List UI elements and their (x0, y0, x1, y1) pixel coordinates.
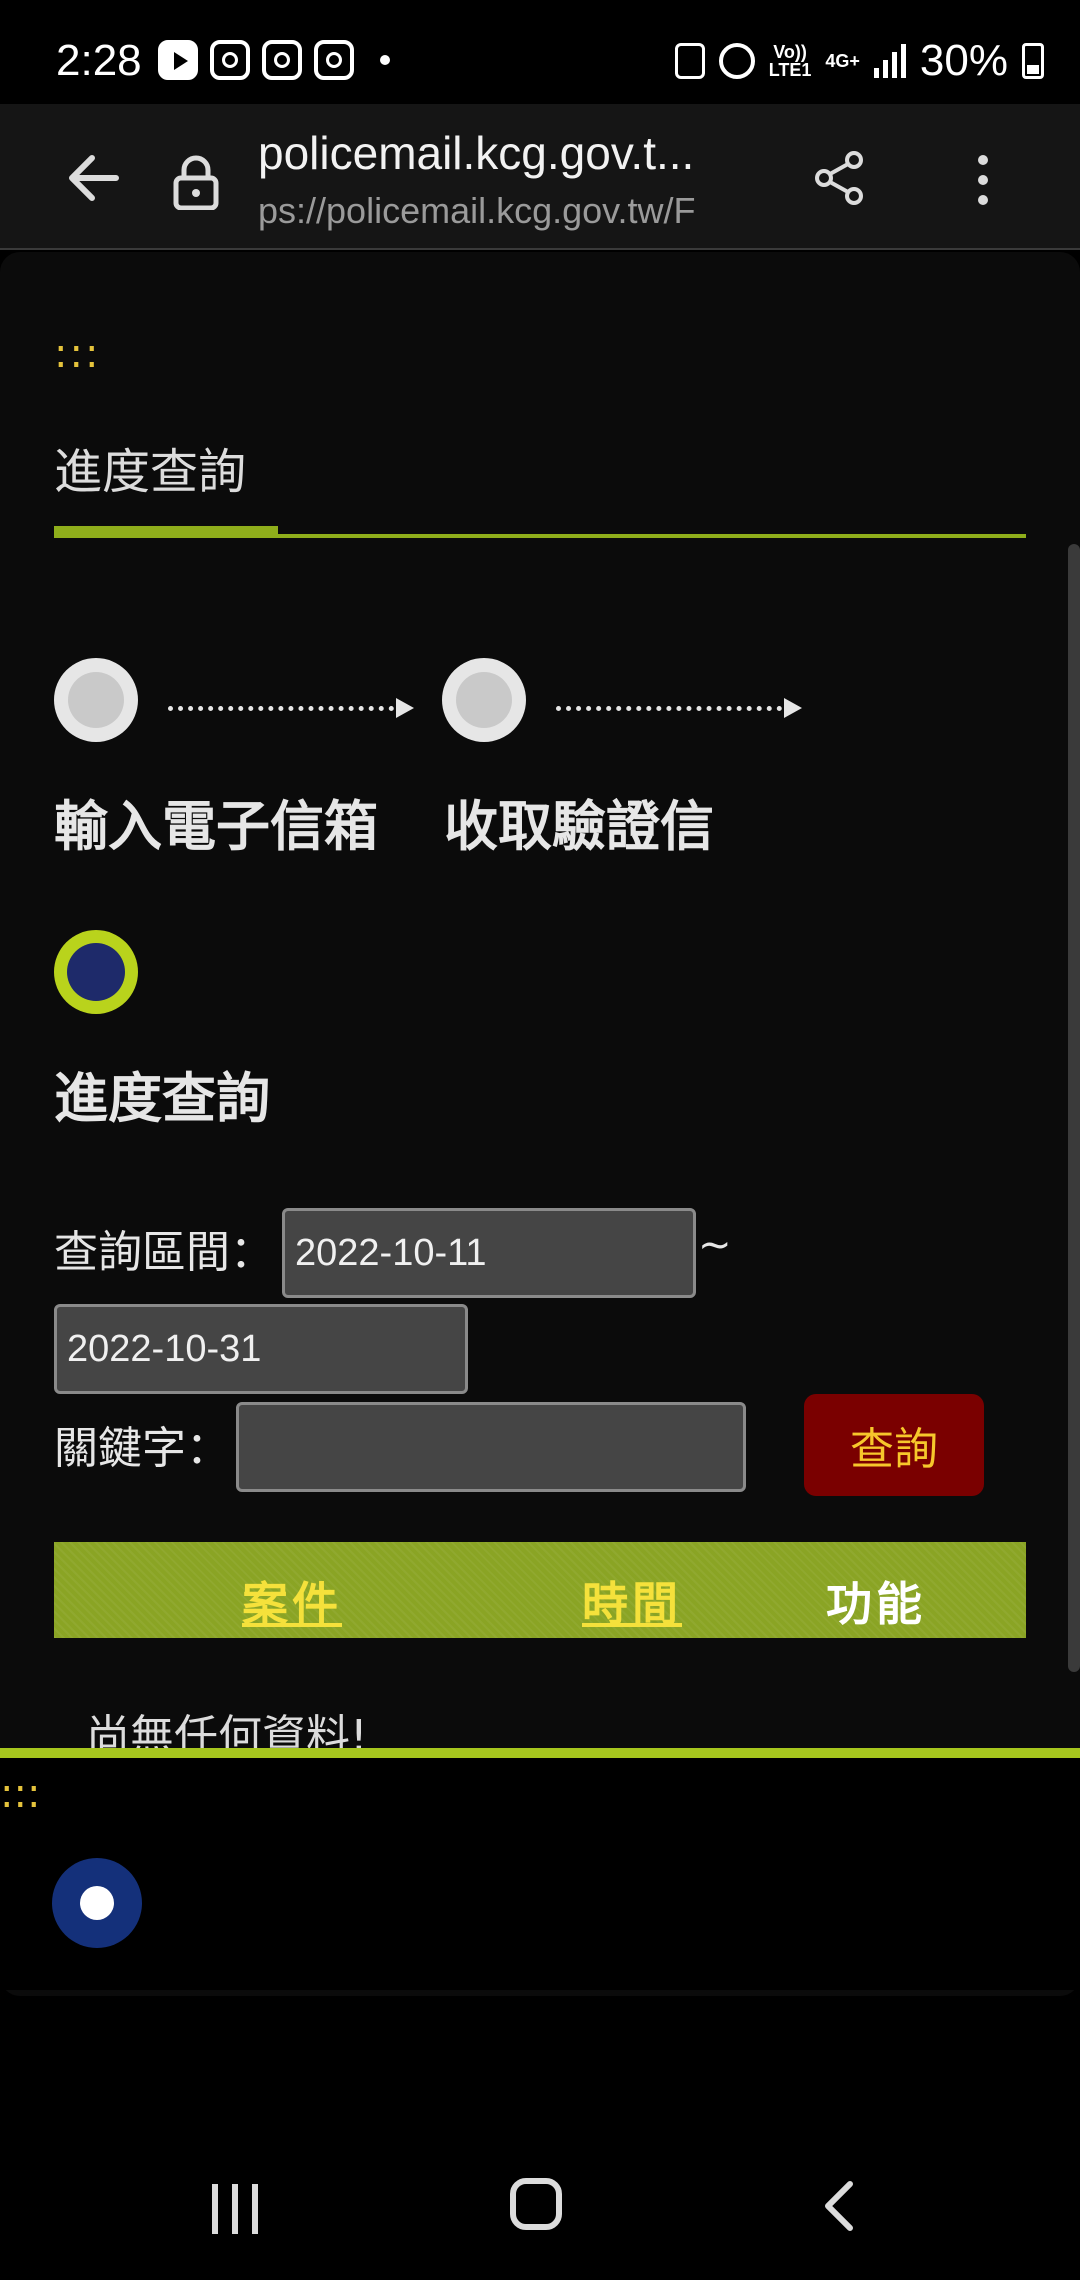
url-address[interactable]: ps://policemail.kcg.gov.tw/F (258, 190, 733, 232)
status-time: 2:28 (56, 36, 142, 85)
home-icon[interactable] (510, 2178, 562, 2230)
lock-icon[interactable] (172, 154, 220, 210)
start-date-input[interactable]: 2022-10-11 (282, 1208, 696, 1298)
browser-toolbar: policemail.kcg.gov.t... ps://policemail.… (0, 104, 1080, 250)
column-case-header[interactable]: 案件 (242, 1568, 342, 1634)
share-icon[interactable] (812, 150, 868, 206)
instagram-icon (210, 40, 250, 80)
web-page: ::: 進度查詢 輸入電子信箱 收取驗證信 進度查詢 查詢區間： 2022-10… (0, 252, 1080, 2000)
recycle-icon (674, 43, 705, 79)
network-type: 4G+ (825, 51, 860, 71)
query-button[interactable]: 查詢 (804, 1394, 984, 1496)
page-scrollbar[interactable] (1068, 544, 1080, 1672)
footer-divider (0, 1748, 1080, 1758)
notification-icons (158, 40, 390, 80)
end-date-input[interactable]: 2022-10-31 (54, 1304, 468, 1394)
url-title[interactable]: policemail.kcg.gov.t... (258, 126, 728, 180)
keyword-input[interactable] (236, 1402, 746, 1492)
more-notifications-dot-icon (380, 55, 390, 65)
step-3 (54, 930, 138, 1014)
back-icon[interactable] (818, 2178, 858, 2234)
step-1 (54, 658, 138, 742)
column-function-header: 功能 (826, 1577, 926, 1631)
step-3-label: 進度查詢 (54, 1067, 270, 1130)
step-2-circle-icon (442, 658, 526, 742)
step-1-label: 輸入電子信箱 (54, 795, 378, 858)
alarm-icon (718, 43, 755, 79)
range-separator: ~ (698, 1222, 732, 1268)
keyword-label: 關鍵字： (54, 1423, 230, 1474)
government-emblem-icon (52, 1858, 142, 1948)
step-3-circle-active-icon (54, 930, 138, 1014)
content-card: ::: 進度查詢 輸入電子信箱 收取驗證信 進度查詢 查詢區間： 2022-10… (0, 252, 1080, 1996)
battery-icon (1022, 43, 1044, 79)
navigation-bar (0, 2132, 1080, 2280)
step-2 (442, 658, 526, 742)
system-icons: Vo)) LTE1 4G+ 30% (674, 36, 1044, 86)
column-time-header[interactable]: 時間 (582, 1568, 682, 1634)
instagram-icon (314, 40, 354, 80)
footer: ::: (0, 1758, 1080, 1990)
back-arrow-icon[interactable] (64, 148, 124, 208)
step-2-label: 收取驗證信 (444, 795, 714, 858)
date-range-label: 查詢區間： (54, 1227, 274, 1278)
page-title: 進度查詢 (54, 444, 247, 500)
volte-indicator: Vo)) LTE1 (768, 42, 812, 80)
signal-icon (873, 44, 906, 78)
results-table-header: 案件 時間 功能 (54, 1542, 1026, 1638)
more-options-icon[interactable] (958, 152, 1008, 208)
footer-dots: ::: (0, 1771, 41, 1817)
youtube-icon (158, 40, 198, 80)
step-1-circle-icon (54, 658, 138, 742)
battery-percent: 30% (919, 36, 1008, 85)
status-bar: 2:28 Vo)) LTE1 4G+ 30% (0, 0, 1080, 104)
title-underline-accent (54, 526, 278, 538)
recent-apps-icon[interactable] (212, 2184, 258, 2234)
step-1-arrow-icon (168, 698, 416, 718)
step-2-arrow-icon (556, 698, 804, 718)
breadcrumb-dots: ::: (54, 331, 101, 377)
instagram-icon (262, 40, 302, 80)
